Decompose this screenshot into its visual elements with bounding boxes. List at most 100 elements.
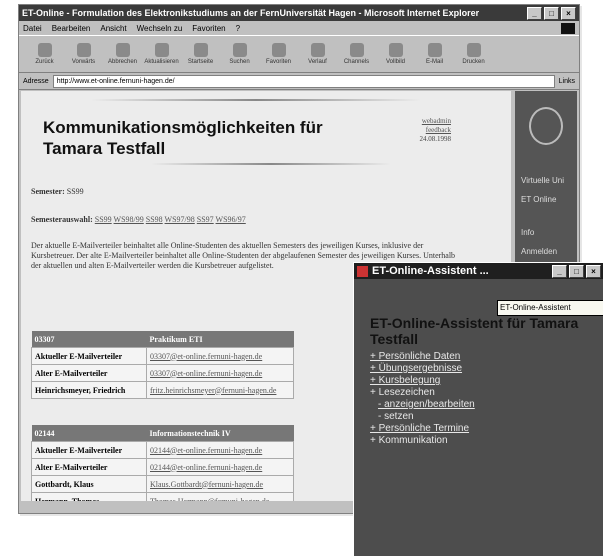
assistant-title: ET-Online-Assistent ... [372,265,489,277]
email-link[interactable]: Thomas.Hermann@fernuni-hagen.de [146,492,294,501]
address-bar: Adresse http://www.et-online.fernuni-hag… [19,73,579,90]
assistant-heading: ET-Online-Assistent für Tamara Testfall [370,315,579,347]
app-icon [357,265,368,277]
forward-button[interactable]: Vorwärts [64,43,103,65]
table-row: Aktueller E-Mailverteiler 02144@et-online… [31,441,294,459]
window-title: ET-Online - Formulation des Elektronikst… [22,8,480,18]
stop-button[interactable]: Abbrechen [103,43,142,65]
favorites-icon [271,43,286,57]
mailing-table-1: 03307 Praktikum ETI Aktueller E-Mailverte… [31,331,294,399]
menu-datei[interactable]: Datei [23,24,42,33]
stop-icon [115,43,130,57]
sidebar-item-anmelden[interactable]: Anmelden [515,242,577,261]
history-button[interactable]: Verlauf [298,43,337,65]
assistant-titlebar: ET-Online-Assistent ... _ □ × [354,263,603,279]
mail-icon [427,43,442,57]
email-link[interactable]: 03307@et-online.fernuni-hagen.de [146,347,294,365]
menu-bar: Datei Bearbeiten Ansicht Wechseln zu Fav… [19,21,579,35]
mailing-table-2: 02144 Informationstechnik IV Aktueller E-… [31,425,294,501]
email-link[interactable]: fritz.heinrichsmeyer@fernuni-hagen.de [146,381,294,399]
menu-item-anzeigen-bearbeiten[interactable]: - anzeigen/bearbeiten [370,399,475,411]
tooltip: ET-Online-Assistent [497,300,603,316]
history-icon [310,43,325,57]
print-button[interactable]: Drucken [454,43,493,65]
home-button[interactable]: Startseite [181,43,220,65]
back-icon [37,43,52,57]
fullscreen-button[interactable]: Vollbild [376,43,415,65]
date-text: 24.08.1998 [419,135,452,143]
search-button[interactable]: Suchen [220,43,259,65]
feedback-link[interactable]: feedback [420,126,451,135]
print-icon [466,43,481,57]
address-label: Adresse [23,77,49,85]
ie-logo-icon [561,22,575,34]
menu-help[interactable]: ? [236,24,240,33]
menu-wechseln[interactable]: Wechseln zu [137,24,183,33]
email-link[interactable]: Klaus.Gottbardt@fernuni-hagen.de [146,475,294,493]
semester-link[interactable]: WS97/98 [165,215,195,224]
semesterwahl-label: Semesterauswahl: [31,215,93,224]
semester-link[interactable]: SS99 [95,215,112,224]
search-icon [232,43,247,57]
menu-item-uebungsergebnisse[interactable]: + Übungsergebnisse [370,363,475,375]
links-button[interactable]: Links [559,78,575,85]
refresh-button[interactable]: Aktualisieren [142,43,181,65]
email-link[interactable]: 02144@et-online.fernuni-hagen.de [146,441,294,459]
channels-icon [349,43,364,57]
email-link[interactable]: 03307@et-online.fernuni-hagen.de [146,364,294,382]
semester-value: SS99 [66,187,84,196]
menu-item-termine[interactable]: + Persönliche Termine [370,423,475,435]
browser-titlebar: ET-Online - Formulation des Elektronikst… [19,5,579,21]
address-input[interactable]: http://www.et-online.fernuni-hagen.de/ [52,74,555,88]
semester-line: Semester: SS99 [31,187,84,197]
home-icon [193,43,208,57]
menu-item-lesezeichen: + Lesezeichen [370,387,435,398]
menu-bearbeiten[interactable]: Bearbeiten [52,24,91,33]
maximize-button[interactable]: □ [544,6,559,20]
menu-item-kommunikation: + Kommunikation [370,435,448,446]
fullscreen-icon [388,43,403,57]
info-links: webadmin feedback 24.08.1998 [420,117,452,144]
semester-label: Semester: [31,187,65,196]
semester-link[interactable]: WS98/99 [114,215,144,224]
divider [91,99,421,101]
table-header: 02144 Informationstechnik IV [31,425,294,442]
close-button[interactable]: × [561,6,576,20]
email-link[interactable]: 02144@et-online.fernuni-hagen.de [146,458,294,476]
semesterwahl-line: Semesterauswahl: SS99 WS98/99 SS98 WS97/… [31,215,246,225]
toolbar: Zurück Vorwärts Abbrechen Aktualisieren … [19,35,579,73]
table-row: Aktueller E-Mailverteiler 03307@et-online… [31,347,294,365]
semester-link[interactable]: WS96/97 [216,215,246,224]
maximize-button[interactable]: □ [569,264,584,278]
semester-link[interactable]: SS98 [146,215,163,224]
webadmin-link[interactable]: webadmin [420,117,451,126]
page-title: Kommunikationsmöglichkeiten für Tamara T… [43,118,323,158]
menu-item-persoenliche-daten[interactable]: + Persönliche Daten [370,351,475,363]
table-header: 03307 Praktikum ETI [31,331,294,348]
table-row: Alter E-Mailverteiler 02144@et-online.fer… [31,458,294,476]
favorites-button[interactable]: Favoriten [259,43,298,65]
close-button[interactable]: × [586,264,601,278]
back-button[interactable]: Zurück [25,43,64,65]
table-row: Heinrichsmeyer, Friedrich fritz.heinrichs… [31,381,294,399]
table-row: Gottbardt, Klaus Klaus.Gottbardt@fernuni-… [31,475,294,493]
sidebar-item-info[interactable]: Info [515,223,577,242]
sidebar-item-virtuelle-uni[interactable]: Virtuelle Uni [515,171,577,190]
menu-ansicht[interactable]: Ansicht [100,24,126,33]
minimize-button[interactable]: _ [552,264,567,278]
menu-favoriten[interactable]: Favoriten [192,24,225,33]
table-row: Alter E-Mailverteiler 03307@et-online.fer… [31,364,294,382]
sidebar-item-et-online[interactable]: ET Online [515,190,577,209]
table-row: Hermann, Thomas Thomas.Hermann@fernuni-ha… [31,492,294,501]
menu-item-setzen: - setzen [378,411,414,422]
forward-icon [76,43,91,57]
assistant-menu: + Persönliche Daten + Übungsergebnisse +… [370,351,475,447]
minimize-button[interactable]: _ [527,6,542,20]
university-seal-icon [529,107,563,145]
menu-item-kursbelegung[interactable]: + Kursbelegung [370,375,475,387]
refresh-icon [154,43,169,57]
mail-button[interactable]: E-Mail [415,43,454,65]
channels-button[interactable]: Channels [337,43,376,65]
semester-link[interactable]: SS97 [197,215,214,224]
divider [151,163,391,165]
